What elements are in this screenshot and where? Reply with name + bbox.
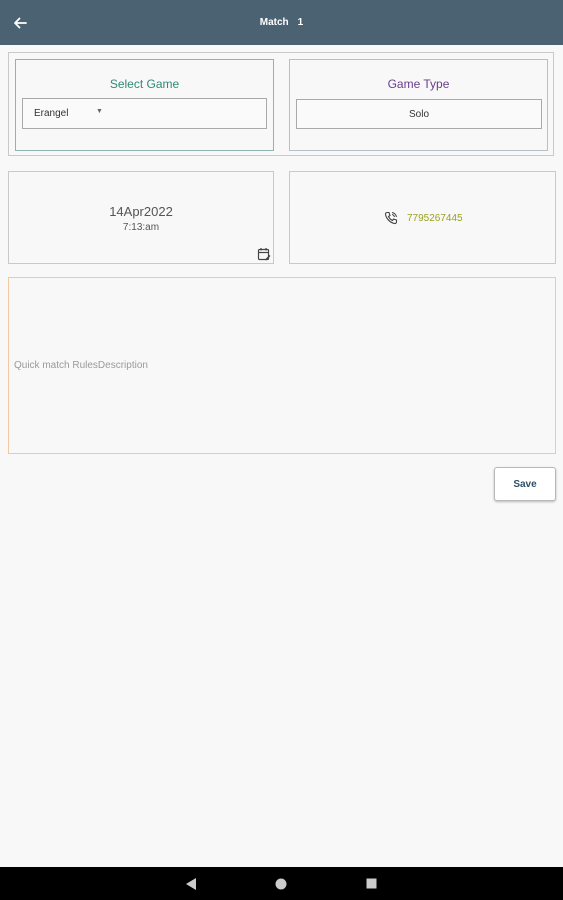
page-title-text: Match [259,17,289,28]
app-bar: Match 1 [0,0,563,45]
rules-description-input[interactable]: Quick match RulesDescription [8,277,556,454]
save-button[interactable]: Save [494,467,556,501]
dropdown-caret-icon: ▼ [96,108,103,115]
calendar-edit-icon[interactable] [257,247,271,261]
match-date: 14Apr2022 [109,204,173,219]
game-dropdown-value: Erangel [34,108,69,119]
page-title: Match 1 [0,0,563,45]
date-time-card[interactable]: 14Apr2022 7:13:am [8,171,274,264]
phone-call-icon [384,211,398,225]
nav-back-triangle-icon[interactable] [185,877,197,891]
nav-recents-square-icon[interactable] [366,878,377,889]
select-game-label: Select Game [109,77,180,91]
system-navigation-bar [0,867,563,900]
rules-description-placeholder: Quick match RulesDescription [14,360,148,371]
save-button-label: Save [513,478,537,490]
page-title-number: 1 [297,17,304,28]
game-type-card: Game Type Solo [289,59,548,151]
contact-card[interactable]: 7795267445 [289,171,556,264]
game-dropdown[interactable]: Erangel ▼ [22,98,267,129]
phone-number[interactable]: 7795267445 [407,213,463,224]
select-game-card: Select Game Erangel ▼ [15,59,274,151]
game-type-label: Game Type [387,77,450,91]
match-time: 7:13:am [122,222,160,233]
nav-home-circle-icon[interactable] [275,878,287,890]
game-type-value: Solo [408,108,429,120]
game-type-field[interactable]: Solo [296,99,542,129]
